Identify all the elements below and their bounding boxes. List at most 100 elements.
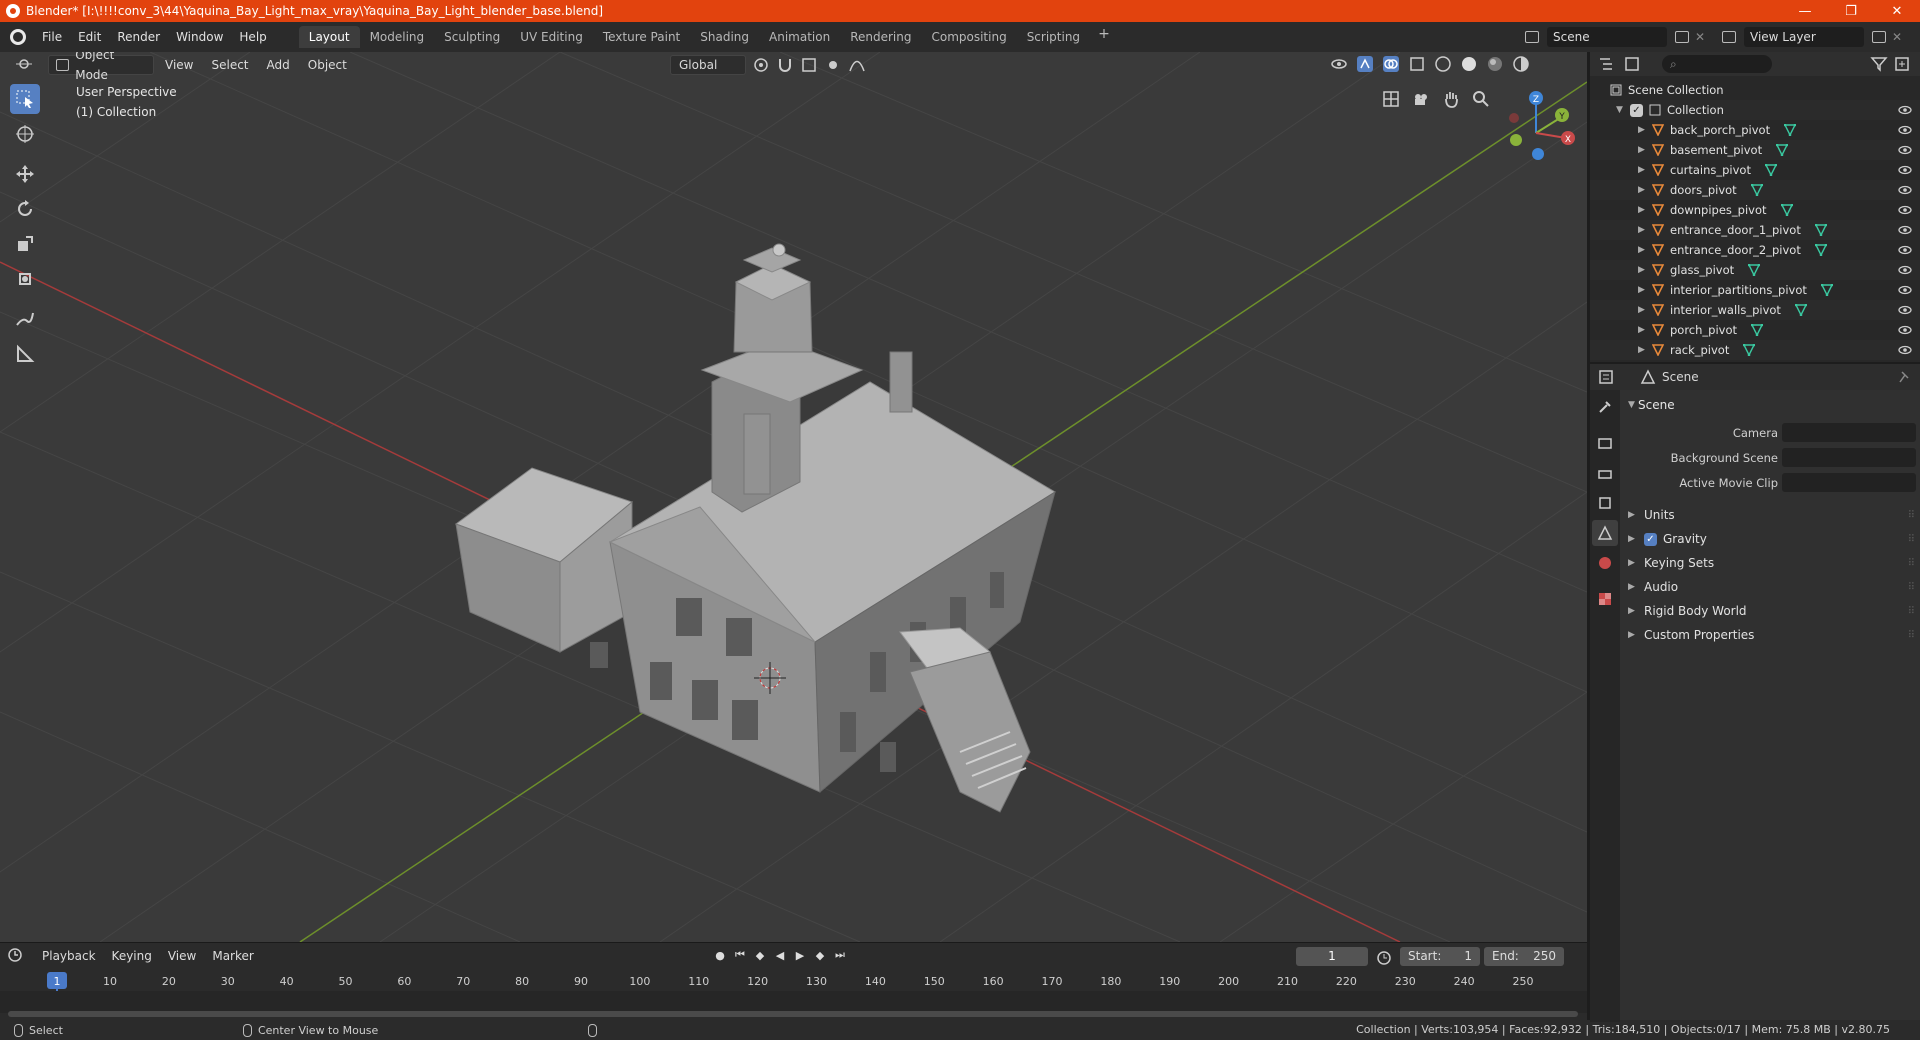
minimize-button[interactable]: — xyxy=(1782,0,1828,22)
object-visibility-eye-icon[interactable] xyxy=(1898,243,1912,257)
proportional-edit-icon[interactable] xyxy=(824,56,842,74)
collection-exclude-checkbox[interactable]: ✓ xyxy=(1630,103,1643,117)
tab-shading[interactable]: Shading xyxy=(690,26,759,48)
preview-range-icon[interactable] xyxy=(1376,949,1392,965)
expand-collection-icon[interactable]: ▼ xyxy=(1616,105,1626,115)
scene-selector[interactable]: Scene ✕ xyxy=(1525,26,1715,48)
expand-object-icon[interactable]: ▶ xyxy=(1638,205,1648,215)
outliner-row-object[interactable]: ▶ entrance_door_2_pivot xyxy=(1590,240,1920,260)
mesh-data-icon[interactable] xyxy=(1750,184,1763,196)
menu-window[interactable]: Window xyxy=(168,26,231,48)
menu-add[interactable]: Add xyxy=(260,55,297,75)
menu-view[interactable]: View xyxy=(158,55,200,75)
blender-logo-icon[interactable] xyxy=(10,29,26,45)
new-view-layer-icon[interactable] xyxy=(1872,31,1886,43)
mesh-data-icon[interactable] xyxy=(1743,344,1756,356)
outliner-row-object[interactable]: ▶ curtains_pivot xyxy=(1590,160,1920,180)
active-movie-clip-field[interactable] xyxy=(1782,473,1916,492)
outliner-row-object[interactable]: ▶ downpipes_pivot xyxy=(1590,200,1920,220)
annotate-tool[interactable] xyxy=(10,304,40,334)
editor-type-button[interactable] xyxy=(8,55,42,75)
toggle-grid-view-icon[interactable] xyxy=(1380,88,1402,110)
tab-scripting[interactable]: Scripting xyxy=(1017,26,1090,48)
end-frame-field[interactable]: End: 250 xyxy=(1484,947,1564,966)
object-visibility-eye-icon[interactable] xyxy=(1898,223,1912,237)
outliner-row-object[interactable]: ▶ glass_pivot xyxy=(1590,260,1920,280)
3d-viewport[interactable]: Z Y X Object Mode View Select Add Object… xyxy=(0,52,1587,942)
object-visibility-eye-icon[interactable] xyxy=(1898,123,1912,137)
rotate-tool[interactable] xyxy=(10,194,40,224)
mesh-data-icon[interactable] xyxy=(1748,264,1761,276)
tab-rendering[interactable]: Rendering xyxy=(840,26,921,48)
outliner-row-object[interactable]: ▶ basement_pivot xyxy=(1590,140,1920,160)
pan-view-icon[interactable] xyxy=(1440,88,1462,110)
tab-render[interactable] xyxy=(1592,430,1618,456)
tab-animation[interactable]: Animation xyxy=(759,26,840,48)
tab-output[interactable] xyxy=(1592,460,1618,486)
expand-object-icon[interactable]: ▶ xyxy=(1638,185,1648,195)
properties-editor-type-icon[interactable] xyxy=(1598,369,1618,385)
visibility-icon[interactable] xyxy=(1330,55,1348,73)
expand-object-icon[interactable]: ▶ xyxy=(1638,225,1648,235)
outliner-row-object[interactable]: ▶ interior_partitions_pivot xyxy=(1590,280,1920,300)
menu-select[interactable]: Select xyxy=(204,55,255,75)
drag-handle-icon[interactable]: ⠿ xyxy=(1908,582,1915,593)
subpanel-header[interactable]: ▶ Rigid Body World ⠿ xyxy=(1622,599,1918,623)
remove-view-layer-icon[interactable]: ✕ xyxy=(1892,30,1902,44)
outliner-row-object[interactable]: ▶ interior_walls_pivot xyxy=(1590,300,1920,320)
subpanel-header[interactable]: ▶ Units ⠿ xyxy=(1622,503,1918,527)
current-frame-field[interactable]: 1 xyxy=(1296,947,1368,966)
camera-field[interactable] xyxy=(1782,423,1916,442)
collection-visibility-eye-icon[interactable] xyxy=(1898,103,1912,117)
gizmos-icon[interactable] xyxy=(1356,55,1374,73)
menu-marker[interactable]: Marker xyxy=(204,949,261,963)
expand-object-icon[interactable]: ▶ xyxy=(1638,245,1648,255)
jump-keyframe-forward-button[interactable]: ◆ xyxy=(812,947,828,963)
tab-view-layer[interactable] xyxy=(1592,490,1618,516)
drag-handle-icon[interactable]: ⠿ xyxy=(1908,558,1915,569)
mesh-data-icon[interactable] xyxy=(1776,144,1789,156)
menu-edit[interactable]: Edit xyxy=(70,26,109,48)
select-box-tool[interactable] xyxy=(10,84,40,114)
scene-name-field[interactable]: Scene xyxy=(1547,27,1667,47)
outliner-row-object[interactable]: ▶ rack_pivot xyxy=(1590,340,1920,360)
tab-scene[interactable] xyxy=(1592,520,1618,546)
menu-file[interactable]: File xyxy=(34,26,70,48)
overlays-icon[interactable] xyxy=(1382,55,1400,73)
tab-texture-paint[interactable]: Texture Paint xyxy=(593,26,690,48)
menu-object[interactable]: Object xyxy=(301,55,354,75)
tab-layout[interactable]: Layout xyxy=(298,26,360,48)
menu-timeline-view[interactable]: View xyxy=(160,949,204,963)
timeline-editor[interactable]: Playback Keying View Marker ● ⏮ ◆ ◀ ▶ ◆ … xyxy=(0,942,1587,1020)
jump-keyframe-back-button[interactable]: ◆ xyxy=(752,947,768,963)
tab-uv-editing[interactable]: UV Editing xyxy=(510,26,593,48)
background-scene-field[interactable] xyxy=(1782,448,1916,467)
solid-shading-icon[interactable] xyxy=(1460,55,1478,73)
expand-object-icon[interactable]: ▶ xyxy=(1638,325,1648,335)
mesh-data-icon[interactable] xyxy=(1784,124,1797,136)
jump-end-button[interactable]: ⏭ xyxy=(832,947,848,963)
expand-object-icon[interactable]: ▶ xyxy=(1638,285,1648,295)
object-visibility-eye-icon[interactable] xyxy=(1898,283,1912,297)
snap-target-icon[interactable] xyxy=(800,56,818,74)
new-collection-icon[interactable] xyxy=(1894,56,1912,72)
frame-ruler[interactable]: 1 10 20 30 40 50 60 70 80 90 100 110 120 130 140 150 160… xyxy=(0,971,1587,991)
rendered-shading-icon[interactable] xyxy=(1512,55,1530,73)
object-visibility-eye-icon[interactable] xyxy=(1898,143,1912,157)
cursor-tool[interactable] xyxy=(10,119,40,149)
properties-editor[interactable]: Scene ▼ Scene Camera Background Scene Ac… xyxy=(1590,362,1920,1022)
outliner-row-scene-collection[interactable]: Scene Collection xyxy=(1590,80,1920,100)
tab-modeling[interactable]: Modeling xyxy=(360,26,435,48)
scale-tool[interactable] xyxy=(10,229,40,259)
zoom-view-icon[interactable] xyxy=(1470,88,1492,110)
remove-scene-icon[interactable]: ✕ xyxy=(1695,30,1705,44)
scene-panel-header[interactable]: ▼ Scene xyxy=(1622,394,1918,416)
outliner-row-object[interactable]: ▶ doors_pivot xyxy=(1590,180,1920,200)
outliner-row-object[interactable]: ▶ back_porch_pivot xyxy=(1590,120,1920,140)
subpanel-enable-checkbox[interactable]: ✓ xyxy=(1644,532,1657,546)
jump-start-button[interactable]: ⏮ xyxy=(732,947,748,963)
pivot-point-icon[interactable] xyxy=(752,56,770,74)
outliner-row-collection[interactable]: ▼ ✓ Collection xyxy=(1590,100,1920,120)
start-frame-field[interactable]: Start: 1 xyxy=(1400,947,1480,966)
object-mode-dropdown[interactable]: Object Mode xyxy=(48,52,154,82)
